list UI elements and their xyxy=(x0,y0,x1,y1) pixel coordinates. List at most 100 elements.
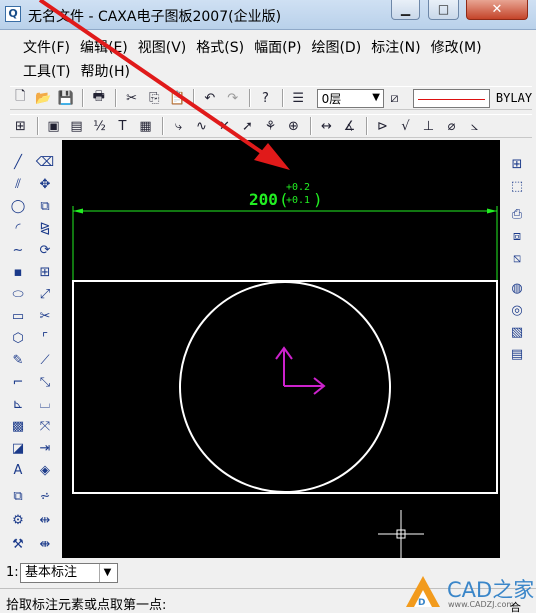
library-manage-icon[interactable]: ⚒ xyxy=(8,534,28,554)
leader-icon[interactable]: ⦣ xyxy=(464,116,485,136)
rectangle-icon[interactable]: ▭ xyxy=(8,306,28,326)
app-icon[interactable]: Q xyxy=(5,6,21,22)
query-distance-icon[interactable]: ⧈ xyxy=(506,226,528,246)
menu-edit[interactable]: 编辑(E) xyxy=(80,37,128,57)
explode-icon[interactable]: ◈ xyxy=(35,460,55,480)
scale-icon[interactable]: ⤢ xyxy=(35,284,55,304)
detail-list-icon[interactable]: ▦ xyxy=(135,116,156,136)
spline-icon[interactable]: ∼ xyxy=(8,240,28,260)
menu-file[interactable]: 文件(F) xyxy=(23,37,70,57)
rotate-icon[interactable]: ⟳ xyxy=(35,240,55,260)
fill-icon[interactable]: ◪ xyxy=(8,438,28,458)
point-icon[interactable]: ▪ xyxy=(8,262,28,282)
hatch-icon[interactable]: ▩ xyxy=(8,416,28,436)
roughness-icon[interactable]: √ xyxy=(395,116,416,136)
query-inertia-icon[interactable]: ▧ xyxy=(506,322,528,342)
query-point-icon[interactable]: ⎙ xyxy=(506,204,528,224)
undo-icon[interactable]: ↶ xyxy=(199,88,220,108)
paste-icon[interactable]: 📋 xyxy=(167,88,188,108)
weld-icon[interactable]: ⊳ xyxy=(372,116,393,136)
polygon-icon[interactable]: ⬡ xyxy=(8,328,28,348)
circle-icon[interactable]: ◯ xyxy=(8,196,28,216)
arc-icon[interactable]: ◜ xyxy=(8,218,28,238)
menu-help[interactable]: 帮助(H) xyxy=(80,61,129,81)
linetype-icon[interactable]: ⧄ xyxy=(384,88,405,108)
separator xyxy=(162,117,164,135)
menu-sheet[interactable]: 幅面(P) xyxy=(254,37,301,57)
print-icon[interactable]: 🖶 xyxy=(88,88,109,108)
menu-modify[interactable]: 修改(M) xyxy=(431,37,482,57)
layer-select[interactable]: 0层 ▼ xyxy=(316,88,384,108)
anchor-icon[interactable]: ⊕ xyxy=(283,116,304,136)
curve-icon[interactable]: ⤷ xyxy=(168,116,189,136)
cut-icon[interactable]: ✂ xyxy=(121,88,142,108)
query-area-icon[interactable]: ◍ xyxy=(506,278,528,298)
library-icon[interactable]: ⚙ xyxy=(8,510,28,530)
block-icon[interactable]: ⧉ xyxy=(8,486,28,506)
trim-icon[interactable]: ✂ xyxy=(35,306,55,326)
move-icon[interactable]: ✥ xyxy=(35,174,55,194)
menu-draw[interactable]: 绘图(D) xyxy=(311,37,361,57)
cube-icon[interactable]: ⬚ xyxy=(506,176,528,196)
menu-row-1: 文件(F) 编辑(E) 视图(V) 格式(S) 幅面(P) 绘图(D) 标注(N… xyxy=(14,36,524,58)
spring-icon[interactable]: ∿ xyxy=(191,116,212,136)
text-icon[interactable]: A xyxy=(8,460,28,480)
color-bylayer[interactable]: BYLAY xyxy=(496,91,532,105)
group-icon[interactable]: ⚘ xyxy=(260,116,281,136)
maximize-button[interactable]: □ xyxy=(428,0,459,20)
line-icon[interactable]: ╱ xyxy=(8,152,28,172)
part-number-icon[interactable]: ½ xyxy=(89,116,110,136)
break-icon[interactable]: ⟋ xyxy=(35,350,55,370)
title-block-icon[interactable]: ▤ xyxy=(66,116,87,136)
linetype-select[interactable] xyxy=(412,88,490,108)
array-icon[interactable]: ⊞ xyxy=(35,262,55,282)
close-icon: ✕ xyxy=(491,2,503,17)
dimension-mode-select[interactable]: 基本标注 ▼ xyxy=(20,563,118,583)
help-icon[interactable]: ? xyxy=(255,88,276,108)
grid-icon[interactable]: ⊞ xyxy=(506,154,528,174)
chain-dim-icon[interactable]: ⇼ xyxy=(35,534,55,554)
table-text-icon[interactable]: T xyxy=(112,116,133,136)
open-file-icon[interactable]: 📂 xyxy=(33,88,54,108)
eraser-icon[interactable]: ⌫ xyxy=(35,152,55,172)
menu-tools[interactable]: 工具(T) xyxy=(23,61,70,81)
save-icon[interactable]: 💾 xyxy=(56,88,77,108)
datum-icon[interactable]: ⊥ xyxy=(418,116,439,136)
zoom-window-icon[interactable]: ⊞ xyxy=(10,116,31,136)
frame-icon[interactable]: ▣ xyxy=(43,116,64,136)
mirror-icon[interactable]: ⧎ xyxy=(35,218,55,238)
dimension-icon[interactable]: ↔ xyxy=(316,116,337,136)
minimize-button[interactable]: ▁ xyxy=(391,0,420,20)
tolerance-icon[interactable]: ⌀ xyxy=(441,116,462,136)
fillet-icon[interactable]: ⌜ xyxy=(35,328,55,348)
query-list-icon[interactable]: ▤ xyxy=(506,344,528,364)
equidistant-icon[interactable]: ⊾ xyxy=(8,394,28,414)
close-button[interactable]: ✕ xyxy=(466,0,528,20)
query-centroid-icon[interactable]: ◎ xyxy=(506,300,528,320)
cross-icon[interactable]: ✕ xyxy=(214,116,235,136)
pencil-icon[interactable]: ✎ xyxy=(8,350,28,370)
symmetric-dim-icon[interactable]: ⇹ xyxy=(35,510,55,530)
drawing-canvas[interactable]: 200 ( +0.2 +0.1 ) xyxy=(62,140,500,558)
menu-format[interactable]: 格式(S) xyxy=(196,37,244,57)
query-angle-icon[interactable]: ⧅ xyxy=(506,248,528,268)
ellipse-icon[interactable]: ⬭ xyxy=(8,284,28,304)
pointer-icon[interactable]: ➚ xyxy=(237,116,258,136)
menu-row-2: 工具(T) 帮助(H) xyxy=(14,60,524,82)
stretch-icon[interactable]: ⤧ xyxy=(35,416,55,436)
centerline-icon[interactable]: ⌐ xyxy=(8,372,28,392)
format-brush-icon[interactable]: ⩫ xyxy=(35,486,55,506)
lengthen-icon[interactable]: ⇥ xyxy=(35,438,55,458)
chamfer-icon[interactable]: ⌴ xyxy=(35,394,55,414)
layer-icon[interactable]: ☰ xyxy=(288,88,309,108)
redo-icon[interactable]: ↷ xyxy=(222,88,243,108)
new-file-icon[interactable]: 🗋 xyxy=(10,88,31,108)
tolerance-paren-close: ) xyxy=(313,190,323,209)
menu-dimension[interactable]: 标注(N) xyxy=(371,37,420,57)
copy-icon[interactable]: ⎘ xyxy=(144,88,165,108)
angle-dim-icon[interactable]: ∡ xyxy=(339,116,360,136)
extend-icon[interactable]: ⤡ xyxy=(35,372,55,392)
copy-select-icon[interactable]: ⧉ xyxy=(35,196,55,216)
menu-view[interactable]: 视图(V) xyxy=(138,37,187,57)
parallel-line-icon[interactable]: ⫽ xyxy=(8,174,28,194)
